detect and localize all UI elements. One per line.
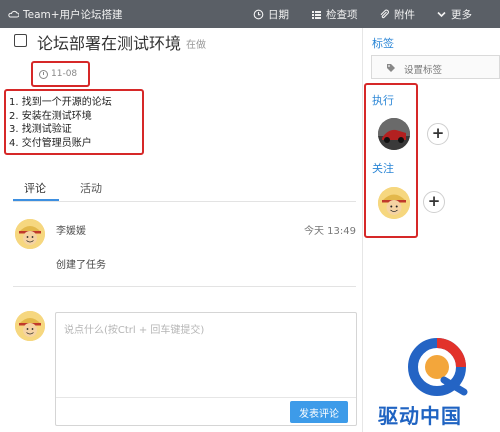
set-tags-placeholder: 设置标签	[404, 65, 443, 76]
task-status[interactable]: 在做	[186, 36, 206, 51]
task-title[interactable]: 论坛部署在测试环境	[37, 30, 181, 54]
due-date-text: 11-08	[51, 69, 78, 79]
clock-icon	[39, 69, 48, 79]
menu-more[interactable]: 更多	[436, 7, 472, 22]
tab-comments[interactable]: 评论	[24, 180, 46, 196]
tab-divider	[13, 201, 356, 202]
checklist-item: 3. 找测试验证	[9, 124, 72, 135]
set-tags-field[interactable]: 设置标签	[371, 55, 500, 79]
comment-input-divider	[56, 397, 356, 398]
cloud-icon	[8, 9, 20, 20]
comment-time: 今天 13:49	[304, 226, 356, 237]
comment-author[interactable]: 李媛媛	[56, 222, 86, 237]
chevron-down-icon	[436, 9, 447, 20]
paperclip-icon	[379, 9, 390, 20]
avatar	[15, 311, 45, 341]
clock-icon	[253, 9, 264, 20]
comment-input-placeholder: 说点什么(按Ctrl + 回车键提交)	[64, 325, 205, 336]
project-breadcrumb[interactable]: Team+用户论坛搭建	[8, 7, 123, 22]
watermark-q-icon	[408, 338, 468, 396]
watermark-logo	[404, 336, 470, 398]
menu-more-label: 更多	[451, 9, 472, 21]
comment-input[interactable]: 说点什么(按Ctrl + 回车键提交) 发表评论	[55, 312, 357, 426]
comment-divider	[13, 286, 356, 287]
due-date[interactable]: 11-08	[39, 69, 77, 79]
side-panel-divider	[362, 28, 363, 432]
add-follower-button[interactable]: +	[423, 191, 445, 213]
follower-avatar[interactable]	[378, 187, 410, 219]
add-executor-button[interactable]: +	[427, 123, 449, 145]
top-bar: Team+用户论坛搭建 日期 检查项 附件 更多	[0, 0, 500, 28]
task-complete-checkbox[interactable]	[14, 34, 27, 47]
executor-avatar[interactable]	[378, 118, 410, 150]
tab-activity[interactable]: 活动	[80, 180, 102, 196]
executor-heading: 执行	[372, 94, 394, 107]
menu-date[interactable]: 日期	[253, 7, 289, 22]
followers-heading: 关注	[372, 162, 394, 175]
checklist-item: 2. 安装在测试环境	[9, 110, 92, 122]
task-checklist: 1. 找到一个开源的论坛 2. 安装在测试环境 3. 找测试验证 4. 交付管理…	[9, 96, 112, 150]
tag-icon	[386, 63, 396, 76]
checklist-item: 4. 交付管理员账户	[9, 137, 92, 149]
menu-date-label: 日期	[268, 9, 289, 21]
project-name: Team+用户论坛搭建	[23, 9, 123, 21]
watermark-text: 驱动中国	[378, 404, 462, 428]
menu-checklist[interactable]: 检查项	[311, 7, 358, 22]
list-icon	[311, 9, 322, 20]
comment-text: 创建了任务	[56, 260, 106, 271]
menu-attachment[interactable]: 附件	[379, 7, 415, 22]
menu-attachment-label: 附件	[394, 9, 415, 21]
checklist-item: 1. 找到一个开源的论坛	[9, 97, 112, 108]
submit-comment-button[interactable]: 发表评论	[290, 401, 348, 423]
tags-heading: 标签	[372, 37, 394, 50]
avatar[interactable]	[15, 219, 45, 249]
menu-checklist-label: 检查项	[326, 9, 358, 21]
